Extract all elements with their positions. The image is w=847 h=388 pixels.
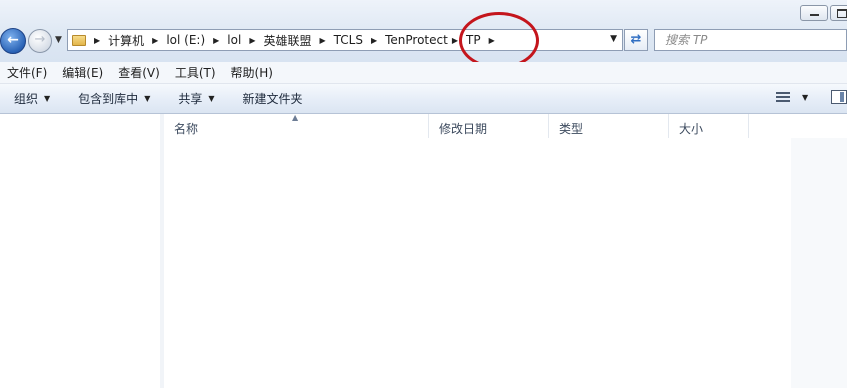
menu-edit[interactable]: 编辑(E) [55,64,111,81]
chevron-right-icon[interactable]: ▶ [213,36,219,45]
sort-ascending-icon: ▲ [292,113,299,122]
refresh-button[interactable]: ⇄ [624,29,648,51]
address-bar[interactable]: ▶ 计算机 ▶ lol (E:) ▶ lol ▶ 英雄联盟 ▶ TCLS ▶ T… [67,29,623,51]
share-button[interactable]: 共享 ▼ [164,90,228,107]
include-in-library-button[interactable]: 包含到库中 ▼ [64,90,164,107]
view-options-icon[interactable] [776,92,790,104]
address-history-dropdown-icon[interactable]: ▼ [610,34,617,44]
chevron-right-icon[interactable]: ▶ [489,36,495,45]
chevron-down-icon: ▼ [144,94,151,103]
breadcrumb-item-league[interactable]: 英雄联盟 [263,32,311,49]
window-frame: ← → ▼ ▶ 计算机 ▶ lol (E:) ▶ lol ▶ 英雄联盟 ▶ TC… [0,0,847,62]
chevron-right-icon[interactable]: ▶ [249,36,255,45]
menu-bar: 文件(F) 编辑(E) 查看(V) 工具(T) 帮助(H) [0,62,847,84]
refresh-icon: ⇄ [630,32,642,47]
navigation-pane[interactable] [0,114,160,388]
breadcrumb-item-tenprotect[interactable]: TenProtect [385,33,448,47]
forward-button[interactable]: → [28,29,52,53]
breadcrumb-item-computer[interactable]: 计算机 [108,32,144,49]
new-folder-button[interactable]: 新建文件夹 [229,90,317,107]
column-header-type[interactable]: 类型 [549,114,669,138]
chevron-down-icon: ▼ [208,94,215,103]
breadcrumb-item-tcls[interactable]: TCLS [334,33,363,47]
breadcrumb-item-tp[interactable]: TP [466,33,481,47]
column-header-name[interactable]: ▲ 名称 [164,113,429,138]
file-list[interactable] [164,138,791,388]
back-arrow-icon: ← [7,32,19,48]
chevron-right-icon[interactable]: ▶ [94,36,100,45]
recent-pages-dropdown-icon[interactable]: ▼ [55,35,62,45]
view-options-dropdown-icon[interactable]: ▼ [802,93,808,102]
chevron-right-icon[interactable]: ▶ [152,36,158,45]
menu-help[interactable]: 帮助(H) [224,64,281,81]
chevron-down-icon: ▼ [44,94,51,103]
maximize-button[interactable] [830,5,847,21]
back-button[interactable]: ← [0,28,26,54]
breadcrumb-item-lol[interactable]: lol [227,33,241,47]
organize-label: 组织 [14,92,39,106]
column-headers: ▲ 名称 修改日期 类型 大小 [164,113,847,138]
share-label: 共享 [178,92,203,106]
organize-button[interactable]: 组织 ▼ [0,90,64,107]
file-list-margin [791,138,847,388]
chevron-right-icon[interactable]: ▶ [452,36,458,45]
forward-arrow-icon: → [34,32,46,47]
chevron-right-icon[interactable]: ▶ [371,36,377,45]
search-input[interactable]: 搜索 TP [654,29,847,51]
command-bar: 组织 ▼ 包含到库中 ▼ 共享 ▼ 新建文件夹 ▼ [0,84,847,114]
chevron-right-icon[interactable]: ▶ [319,36,325,45]
file-list-pane: ▲ 名称 修改日期 类型 大小 [164,113,847,388]
menu-file[interactable]: 文件(F) [0,64,55,81]
breadcrumb: ▶ 计算机 ▶ lol (E:) ▶ lol ▶ 英雄联盟 ▶ TCLS ▶ T… [72,30,503,50]
menu-view[interactable]: 查看(V) [111,64,168,81]
preview-pane-icon[interactable] [831,90,847,104]
folder-icon [72,34,86,46]
column-header-date-modified[interactable]: 修改日期 [429,114,549,138]
minimize-button[interactable] [800,5,828,21]
column-header-name-label: 名称 [174,122,199,136]
menu-tools[interactable]: 工具(T) [168,64,224,81]
include-in-library-label: 包含到库中 [78,92,139,106]
breadcrumb-item-drive[interactable]: lol (E:) [166,33,205,47]
column-header-size[interactable]: 大小 [669,114,749,138]
